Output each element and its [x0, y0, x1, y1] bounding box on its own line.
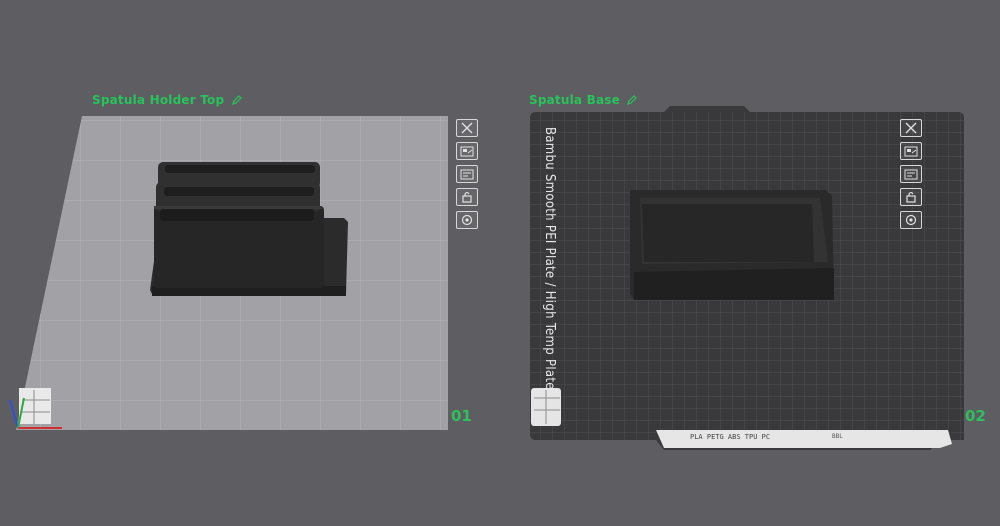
plate-1-number: 01 [451, 407, 472, 425]
plate-1-arrange-button[interactable] [456, 142, 478, 160]
arrange-icon [904, 146, 918, 156]
model-spatula-base[interactable] [630, 190, 834, 300]
edit-icon[interactable] [627, 95, 638, 105]
plate-2-orient-button[interactable] [900, 165, 922, 183]
plate-2-arrange-button[interactable] [900, 142, 922, 160]
settings-icon [461, 214, 473, 226]
settings-icon [905, 214, 917, 226]
plate-1-name-label[interactable]: Spatula Holder Top [92, 93, 242, 107]
close-icon [905, 122, 917, 134]
plate-1-toolbar [456, 119, 478, 229]
plate-1-lock-button[interactable] [456, 188, 478, 206]
plate-2-toolbar [900, 119, 922, 229]
plate-2-name-text: Spatula Base [529, 93, 620, 107]
plate-type-label: Bambu Smooth PEI Plate / High Temp Plate [542, 127, 557, 390]
close-icon [461, 122, 473, 134]
plate-2-name-label[interactable]: Spatula Base [529, 93, 638, 107]
orient-icon [904, 169, 918, 179]
scene-canvas[interactable] [0, 0, 1000, 526]
orient-icon [460, 169, 474, 179]
plate-2-strip-text: PLA PETG ABS TPU PC [690, 433, 771, 441]
model-spatula-holder-top[interactable] [150, 162, 348, 296]
plate-1-orient-button[interactable] [456, 165, 478, 183]
plate-2-settings-button[interactable] [900, 211, 922, 229]
lock-icon [462, 191, 472, 203]
arrange-icon [460, 146, 474, 156]
plate-origin-marker [19, 388, 51, 424]
plate-2-strip-small-text: BBL [832, 433, 843, 440]
plate-1-delete-button[interactable] [456, 119, 478, 137]
plate-2-number: 02 [965, 407, 986, 425]
plate-1-name-text: Spatula Holder Top [92, 93, 225, 107]
plate-2-lock-button[interactable] [900, 188, 922, 206]
plate-2-delete-button[interactable] [900, 119, 922, 137]
edit-icon[interactable] [231, 95, 242, 105]
z-axis [9, 399, 19, 429]
lock-icon [906, 191, 916, 203]
plate-1-settings-button[interactable] [456, 211, 478, 229]
